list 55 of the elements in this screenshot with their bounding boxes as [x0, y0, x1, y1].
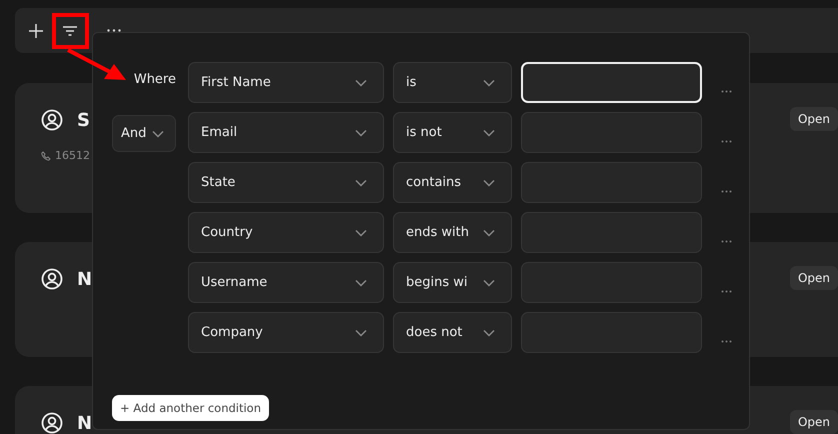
field-dropdown[interactable]: Username [188, 262, 384, 303]
more-icon[interactable] [720, 190, 732, 193]
user-icon [41, 268, 63, 290]
operator-dropdown[interactable]: ends with [393, 212, 512, 253]
value-field[interactable] [521, 112, 702, 153]
more-icon[interactable] [720, 290, 732, 293]
field-dropdown[interactable]: State [188, 162, 384, 203]
conjunction-dropdown[interactable]: And [112, 115, 176, 152]
highlight-box [52, 13, 89, 49]
value-field[interactable] [521, 262, 702, 303]
field-dropdown[interactable]: First Name [188, 62, 384, 103]
chevron-icon [483, 178, 495, 186]
phone-icon [41, 150, 51, 160]
where-label: Where [134, 72, 176, 87]
chevron-icon [483, 278, 495, 286]
user-icon [41, 109, 63, 131]
contact-name: N [77, 412, 92, 434]
chevron-icon [355, 128, 367, 136]
operator-dropdown[interactable]: contains [393, 162, 512, 203]
more-icon[interactable] [720, 240, 732, 243]
chevron-icon [355, 78, 367, 86]
chevron-icon [483, 228, 495, 236]
open-button[interactable]: Open [790, 266, 838, 290]
contact-name: S [77, 110, 90, 130]
chevron-icon [355, 328, 367, 336]
more-icon[interactable] [107, 29, 121, 32]
filter-icon[interactable] [63, 26, 77, 36]
open-button[interactable]: Open [790, 107, 838, 131]
operator-dropdown[interactable]: begins wi [393, 262, 512, 303]
more-icon[interactable] [720, 140, 732, 143]
contact-name: N [77, 268, 92, 290]
add-condition-button[interactable]: + Add another condition [112, 395, 270, 421]
phone-number: 16512 [55, 149, 90, 162]
more-icon[interactable] [720, 340, 732, 343]
chevron-icon [355, 278, 367, 286]
chevron-icon [483, 78, 495, 86]
value-field[interactable] [521, 162, 702, 203]
value-field[interactable] [521, 212, 702, 253]
plus-icon[interactable] [29, 24, 43, 38]
annotation-arrow [66, 48, 128, 82]
user-icon [41, 412, 63, 434]
chevron-icon [483, 128, 495, 136]
chevron-icon [355, 228, 367, 236]
more-icon[interactable] [720, 90, 732, 93]
operator-dropdown[interactable]: is not [393, 112, 512, 153]
operator-dropdown[interactable]: is [393, 62, 512, 103]
open-button[interactable]: Open [790, 410, 838, 434]
operator-dropdown[interactable]: does not [393, 312, 512, 353]
chevron-icon [483, 328, 495, 336]
chevron-icon [152, 130, 164, 138]
value-field[interactable] [521, 312, 702, 353]
field-dropdown[interactable]: Email [188, 112, 384, 153]
field-dropdown[interactable]: Company [188, 312, 384, 353]
field-dropdown[interactable]: Country [188, 212, 384, 253]
chevron-icon [355, 178, 367, 186]
